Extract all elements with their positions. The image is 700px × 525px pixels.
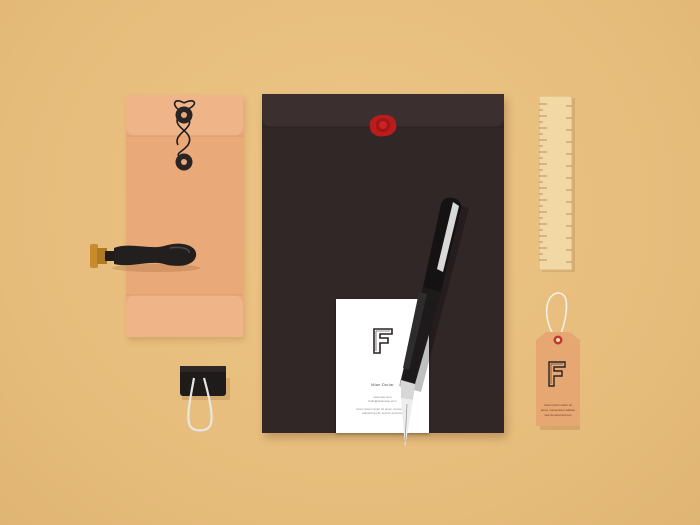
tag-caption-line-3: sed do eiusmod tem — [544, 413, 572, 417]
wax-seal — [369, 114, 397, 137]
binder-clip — [180, 366, 230, 432]
kraft-envelope — [126, 95, 243, 337]
stamp-brass-head — [90, 244, 98, 268]
wax-stamp — [90, 243, 200, 272]
tag-caption-line-2: amet, consectetur adipisc — [540, 408, 576, 412]
ruler — [539, 96, 575, 272]
kraft-envelope-graphic — [126, 95, 243, 337]
tag-caption-line-1: lorem ipsum dolor sit — [544, 403, 572, 407]
fountain-pen — [399, 197, 469, 447]
stamp-handle — [114, 243, 197, 266]
envelope-bottom-flap — [126, 295, 243, 337]
